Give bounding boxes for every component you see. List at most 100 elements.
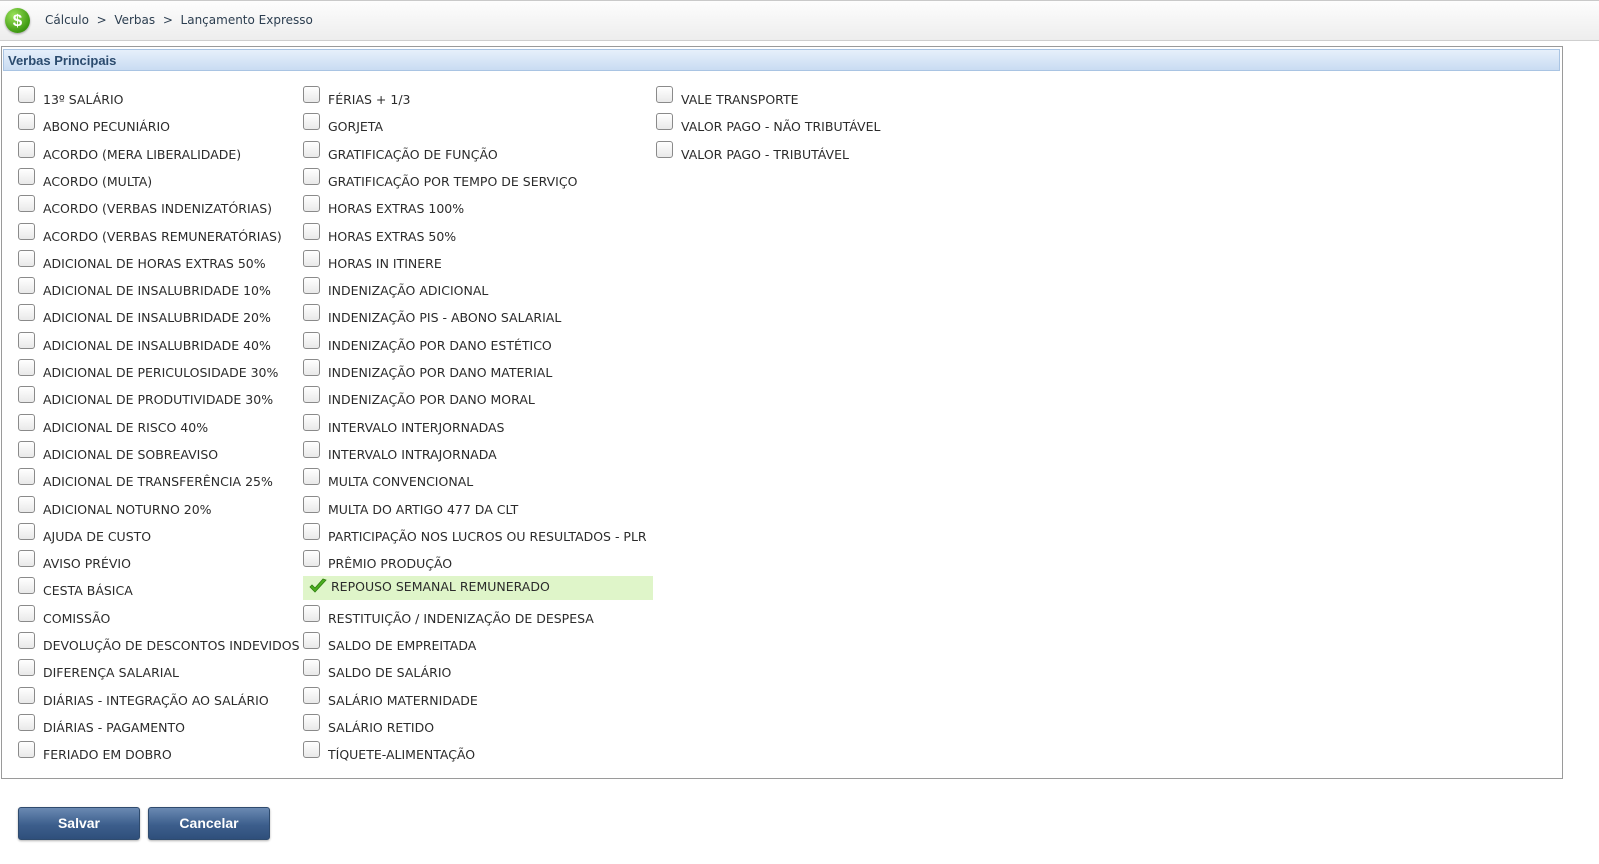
- checkbox[interactable]: [303, 277, 320, 294]
- checkbox[interactable]: [303, 250, 320, 267]
- breadcrumb-separator: [107, 13, 111, 27]
- verba-label: SALÁRIO RETIDO: [328, 720, 435, 735]
- verba-label: FERIADO EM DOBRO: [43, 747, 172, 762]
- verba-label: VALOR PAGO - TRIBUTÁVEL: [681, 147, 849, 162]
- verba-option[interactable]: REPOUSO SEMANAL REMUNERADO: [303, 576, 653, 600]
- checkbox[interactable]: [18, 195, 35, 212]
- verba-label: ADICIONAL DE HORAS EXTRAS 50%: [43, 256, 266, 271]
- checkbox[interactable]: [18, 277, 35, 294]
- verba-label: ADICIONAL DE INSALUBRIDADE 10%: [43, 283, 271, 298]
- check-icon[interactable]: [309, 578, 327, 596]
- verba-label: SALDO DE SALÁRIO: [328, 665, 452, 680]
- checkbox[interactable]: [303, 550, 320, 567]
- verba-label: INDENIZAÇÃO PIS - ABONO SALARIAL: [328, 310, 562, 325]
- checkbox[interactable]: [303, 359, 320, 376]
- checkbox[interactable]: [18, 496, 35, 513]
- verba-label: DIÁRIAS - PAGAMENTO: [43, 720, 185, 735]
- checkbox[interactable]: [303, 687, 320, 704]
- verba-label: ADICIONAL DE TRANSFERÊNCIA 25%: [43, 474, 273, 489]
- verba-label: ABONO PECUNIÁRIO: [43, 119, 171, 134]
- checkbox[interactable]: [303, 468, 320, 485]
- checkbox[interactable]: [18, 113, 35, 130]
- panel-header: Verbas Principais: [3, 49, 1560, 71]
- verba-label: SALDO DE EMPREITADA: [328, 638, 477, 653]
- verba-label: CESTA BÁSICA: [43, 583, 133, 598]
- checkbox[interactable]: [18, 250, 35, 267]
- verba-label: ACORDO (VERBAS REMUNERATÓRIAS): [43, 229, 282, 244]
- verba-label: ADICIONAL DE RISCO 40%: [43, 420, 209, 435]
- verba-label: MULTA DO ARTIGO 477 DA CLT: [328, 502, 519, 517]
- verba-label: ADICIONAL DE INSALUBRIDADE 20%: [43, 310, 271, 325]
- checkbox[interactable]: [656, 113, 673, 130]
- verba-label: REPOUSO SEMANAL REMUNERADO: [331, 579, 550, 594]
- checkbox[interactable]: [18, 550, 35, 567]
- verba-label: 13º SALÁRIO: [43, 92, 124, 107]
- checkbox[interactable]: [303, 141, 320, 158]
- verba-label: VALOR PAGO - NÃO TRIBUTÁVEL: [681, 119, 881, 134]
- top-bar: $ Cálculo > Verbas > Lançamento Expresso: [0, 0, 1599, 41]
- checkbox[interactable]: [303, 741, 320, 758]
- checkbox[interactable]: [303, 168, 320, 185]
- verba-label: FÉRIAS + 1/3: [328, 92, 411, 107]
- checkbox[interactable]: [303, 659, 320, 676]
- checkbox[interactable]: [18, 86, 35, 103]
- checkbox[interactable]: [303, 304, 320, 321]
- verbas-principais-panel: Verbas Principais 13º SALÁRIO ABONO PECUN…: [1, 46, 1563, 779]
- checkbox[interactable]: [18, 714, 35, 731]
- checkbox[interactable]: [18, 223, 35, 240]
- checkbox[interactable]: [18, 386, 35, 403]
- cancel-button[interactable]: Cancelar: [148, 807, 270, 840]
- verba-label: INDENIZAÇÃO ADICIONAL: [328, 283, 489, 298]
- checkbox[interactable]: [303, 496, 320, 513]
- verba-label: GRATIFICAÇÃO POR TEMPO DE SERVIÇO: [328, 174, 578, 189]
- checkbox[interactable]: [303, 605, 320, 622]
- panel-title: Verbas Principais: [8, 53, 117, 68]
- checkbox[interactable]: [18, 523, 35, 540]
- verba-label: DEVOLUÇÃO DE DESCONTOS INDEVIDOS: [43, 638, 300, 653]
- checkbox[interactable]: [303, 223, 320, 240]
- verba-label: COMISSÃO: [43, 611, 111, 626]
- verba-label: INDENIZAÇÃO POR DANO MATERIAL: [328, 365, 553, 380]
- checkbox[interactable]: [656, 141, 673, 158]
- checkbox[interactable]: [303, 414, 320, 431]
- checkbox[interactable]: [18, 687, 35, 704]
- checkbox[interactable]: [303, 632, 320, 649]
- checkbox[interactable]: [303, 332, 320, 349]
- checkbox[interactable]: [18, 141, 35, 158]
- breadcrumb: Cálculo > Verbas > Lançamento Expresso: [45, 13, 313, 27]
- dollar-icon: $: [5, 8, 30, 33]
- checkbox[interactable]: [303, 86, 320, 103]
- verba-label: ADICIONAL DE SOBREAVISO: [43, 447, 219, 462]
- verba-label: AVISO PRÉVIO: [43, 556, 131, 571]
- breadcrumb-item-verbas[interactable]: Verbas: [114, 13, 155, 27]
- verba-label: INTERVALO INTERJORNADAS: [328, 420, 505, 435]
- checkbox[interactable]: [18, 659, 35, 676]
- checkbox[interactable]: [18, 332, 35, 349]
- checkbox[interactable]: [18, 441, 35, 458]
- checkbox[interactable]: [18, 168, 35, 185]
- verba-label: ADICIONAL NOTURNO 20%: [43, 502, 212, 517]
- breadcrumb-separator: >: [162, 13, 173, 27]
- checkbox[interactable]: [303, 523, 320, 540]
- checkbox[interactable]: [303, 195, 320, 212]
- checkbox[interactable]: [18, 414, 35, 431]
- checkbox[interactable]: [18, 741, 35, 758]
- verba-label: HORAS EXTRAS 100%: [328, 201, 465, 216]
- checkbox[interactable]: [18, 605, 35, 622]
- breadcrumb-item-calculo[interactable]: Cálculo: [45, 13, 89, 27]
- checkbox[interactable]: [18, 632, 35, 649]
- checkbox[interactable]: [656, 86, 673, 103]
- verba-label: INDENIZAÇÃO POR DANO ESTÉTICO: [328, 338, 552, 353]
- save-button[interactable]: Salvar: [18, 807, 140, 840]
- verba-label: GORJETA: [328, 119, 384, 134]
- checkbox[interactable]: [18, 304, 35, 321]
- breadcrumb-item-current: Lançamento Expresso: [180, 13, 313, 27]
- verba-label: ACORDO (MERA LIBERALIDADE): [43, 147, 242, 162]
- checkbox[interactable]: [303, 113, 320, 130]
- checkbox[interactable]: [303, 386, 320, 403]
- checkbox[interactable]: [18, 577, 35, 594]
- checkbox[interactable]: [303, 441, 320, 458]
- checkbox[interactable]: [18, 359, 35, 376]
- checkbox[interactable]: [303, 714, 320, 731]
- checkbox[interactable]: [18, 468, 35, 485]
